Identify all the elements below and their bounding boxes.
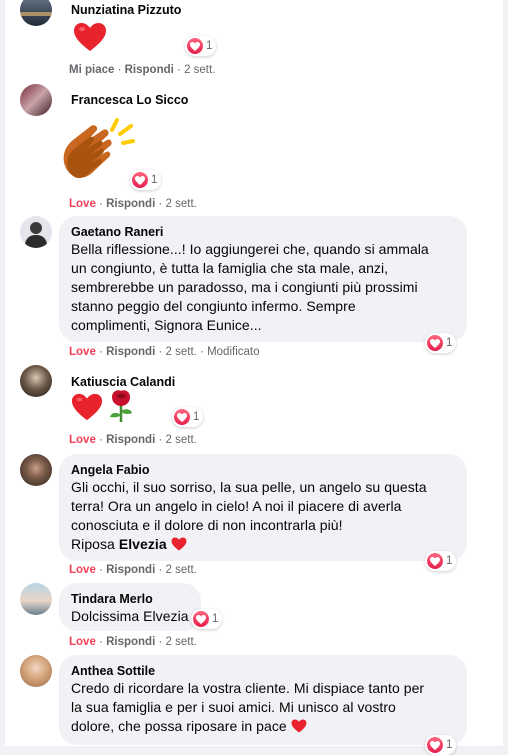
comment-text-line: sembrerebbe un paradosso, ma i congiunti…	[71, 279, 418, 295]
comment-text: Dolcissima Elvezia	[71, 608, 189, 624]
mentioned-name[interactable]: Elvezia	[119, 536, 167, 552]
love-reaction-icon	[427, 335, 443, 351]
timestamp[interactable]: 2 sett.	[166, 434, 197, 446]
red-heart-emoji	[73, 22, 107, 57]
comment-text-line: un congiunto, è tutta la famiglia che st…	[71, 260, 389, 276]
love-reaction-icon	[193, 611, 209, 627]
commenter-name[interactable]: Francesca Lo Sicco	[71, 92, 188, 108]
reaction-number: 1	[446, 337, 453, 349]
edited-label[interactable]: Modificato	[207, 346, 259, 358]
reply-button[interactable]: Rispondi	[106, 198, 155, 210]
timestamp[interactable]: 2 sett.	[166, 564, 197, 576]
comment-text-line: conosciuta e il dolore di non incontrarl…	[71, 517, 343, 533]
rose-emoji	[106, 389, 136, 428]
comment-text-line: la sua famiglia e per i suoi amici. Mi u…	[71, 699, 396, 715]
comment-text-line: complimenti, Signora Eunice...	[71, 317, 262, 333]
commenter-name[interactable]: Angela Fabio	[71, 462, 455, 478]
reply-button[interactable]: Rispondi	[106, 636, 155, 648]
reaction-count[interactable]: 1	[172, 407, 204, 427]
comment-body: Nunziatina Pizzuto	[59, 2, 193, 18]
reaction-number: 1	[212, 613, 219, 625]
reaction-number: 1	[193, 411, 200, 423]
timestamp[interactable]: 2 sett.	[184, 64, 215, 76]
comment-actions: Love · Rispondi · 2 sett. · Modificato	[69, 346, 260, 358]
comment-body: Katiuscia Calandi	[59, 374, 187, 390]
comment-text-line: stanno peggio del congiunto infermo. Sem…	[71, 298, 356, 314]
avatar[interactable]	[20, 0, 52, 26]
comment-actions: Love · Rispondi · 2 sett.	[69, 636, 197, 648]
commenter-name[interactable]: Tindara Merlo	[71, 591, 189, 607]
reaction-count[interactable]: 1	[191, 609, 223, 629]
comment-text-line: Credo di ricordare la vostra cliente. Mi…	[71, 680, 425, 696]
like-button[interactable]: Mi piace	[69, 64, 114, 76]
reaction-count[interactable]: 1	[425, 333, 457, 353]
avatar[interactable]	[20, 583, 52, 615]
love-button[interactable]: Love	[69, 564, 96, 576]
comment-bubble: Anthea Sottile Credo di ricordare la vos…	[59, 655, 467, 745]
comment-text-line: Bella riflessione...! Io aggiungerei che…	[71, 241, 429, 257]
avatar[interactable]	[20, 454, 52, 486]
love-reaction-icon	[174, 409, 190, 425]
comment-text-line: Riposa Elvezia	[71, 535, 455, 554]
love-button[interactable]: Love	[69, 346, 96, 358]
comment-bubble: Angela Fabio Gli occhi, il suo sorriso, …	[59, 454, 467, 561]
avatar[interactable]	[20, 84, 52, 116]
reply-button[interactable]: Rispondi	[106, 564, 155, 576]
timestamp[interactable]: 2 sett.	[166, 198, 197, 210]
reaction-count[interactable]: 1	[425, 551, 457, 571]
comment-bubble: Gaetano Raneri Bella riflessione...! Io …	[59, 216, 467, 342]
comment-text-line: terra! Ora un angelo in cielo! A noi il …	[71, 498, 402, 514]
love-reaction-icon	[187, 38, 203, 54]
reply-button[interactable]: Rispondi	[106, 434, 155, 446]
love-button[interactable]: Love	[69, 198, 96, 210]
reply-button[interactable]: Rispondi	[106, 346, 155, 358]
comments-panel: Nunziatina Pizzuto 1 Mi piace · Rispondi…	[5, 0, 503, 755]
red-heart-emoji	[71, 392, 103, 427]
comment-actions: Love · Rispondi · 2 sett.	[69, 434, 197, 446]
reaction-number: 1	[446, 555, 453, 567]
timestamp[interactable]: 2 sett.	[166, 636, 197, 648]
reaction-count[interactable]: 1	[130, 170, 162, 190]
timestamp[interactable]: 2 sett.	[166, 346, 197, 358]
avatar[interactable]	[20, 655, 52, 687]
avatar[interactable]	[20, 365, 52, 397]
comment-bubble: Tindara Merlo Dolcissima Elvezia	[59, 583, 201, 631]
comment-text-line: Gli occhi, il suo sorriso, la sua pelle,…	[71, 479, 427, 495]
commenter-name[interactable]: Nunziatina Pizzuto	[71, 2, 181, 18]
commenter-name[interactable]: Katiuscia Calandi	[71, 374, 175, 390]
love-button[interactable]: Love	[69, 636, 96, 648]
commenter-name[interactable]: Anthea Sottile	[71, 663, 455, 679]
love-reaction-icon	[132, 172, 148, 188]
reply-button[interactable]: Rispondi	[125, 64, 174, 76]
comment-actions: Love · Rispondi · 2 sett.	[69, 198, 197, 210]
comment-body: Francesca Lo Sicco	[59, 92, 200, 108]
comment-text-line: dolore, che possa riposare in pace	[71, 717, 455, 736]
love-button[interactable]: Love	[69, 434, 96, 446]
reaction-number: 1	[151, 174, 158, 186]
reaction-number: 1	[206, 40, 213, 52]
red-heart-emoji	[171, 537, 187, 551]
comment-actions: Love · Rispondi · 2 sett.	[69, 564, 197, 576]
reaction-count[interactable]: 1	[425, 735, 457, 755]
avatar[interactable]	[20, 216, 52, 248]
clapping-hands-emoji	[57, 112, 139, 197]
love-reaction-icon	[427, 553, 443, 569]
reaction-count[interactable]: 1	[185, 36, 217, 56]
reaction-number: 1	[446, 739, 453, 751]
love-reaction-icon	[427, 737, 443, 753]
comment-actions: Mi piace · Rispondi · 2 sett.	[69, 64, 216, 76]
commenter-name[interactable]: Gaetano Raneri	[71, 224, 455, 240]
red-heart-emoji	[291, 719, 307, 733]
